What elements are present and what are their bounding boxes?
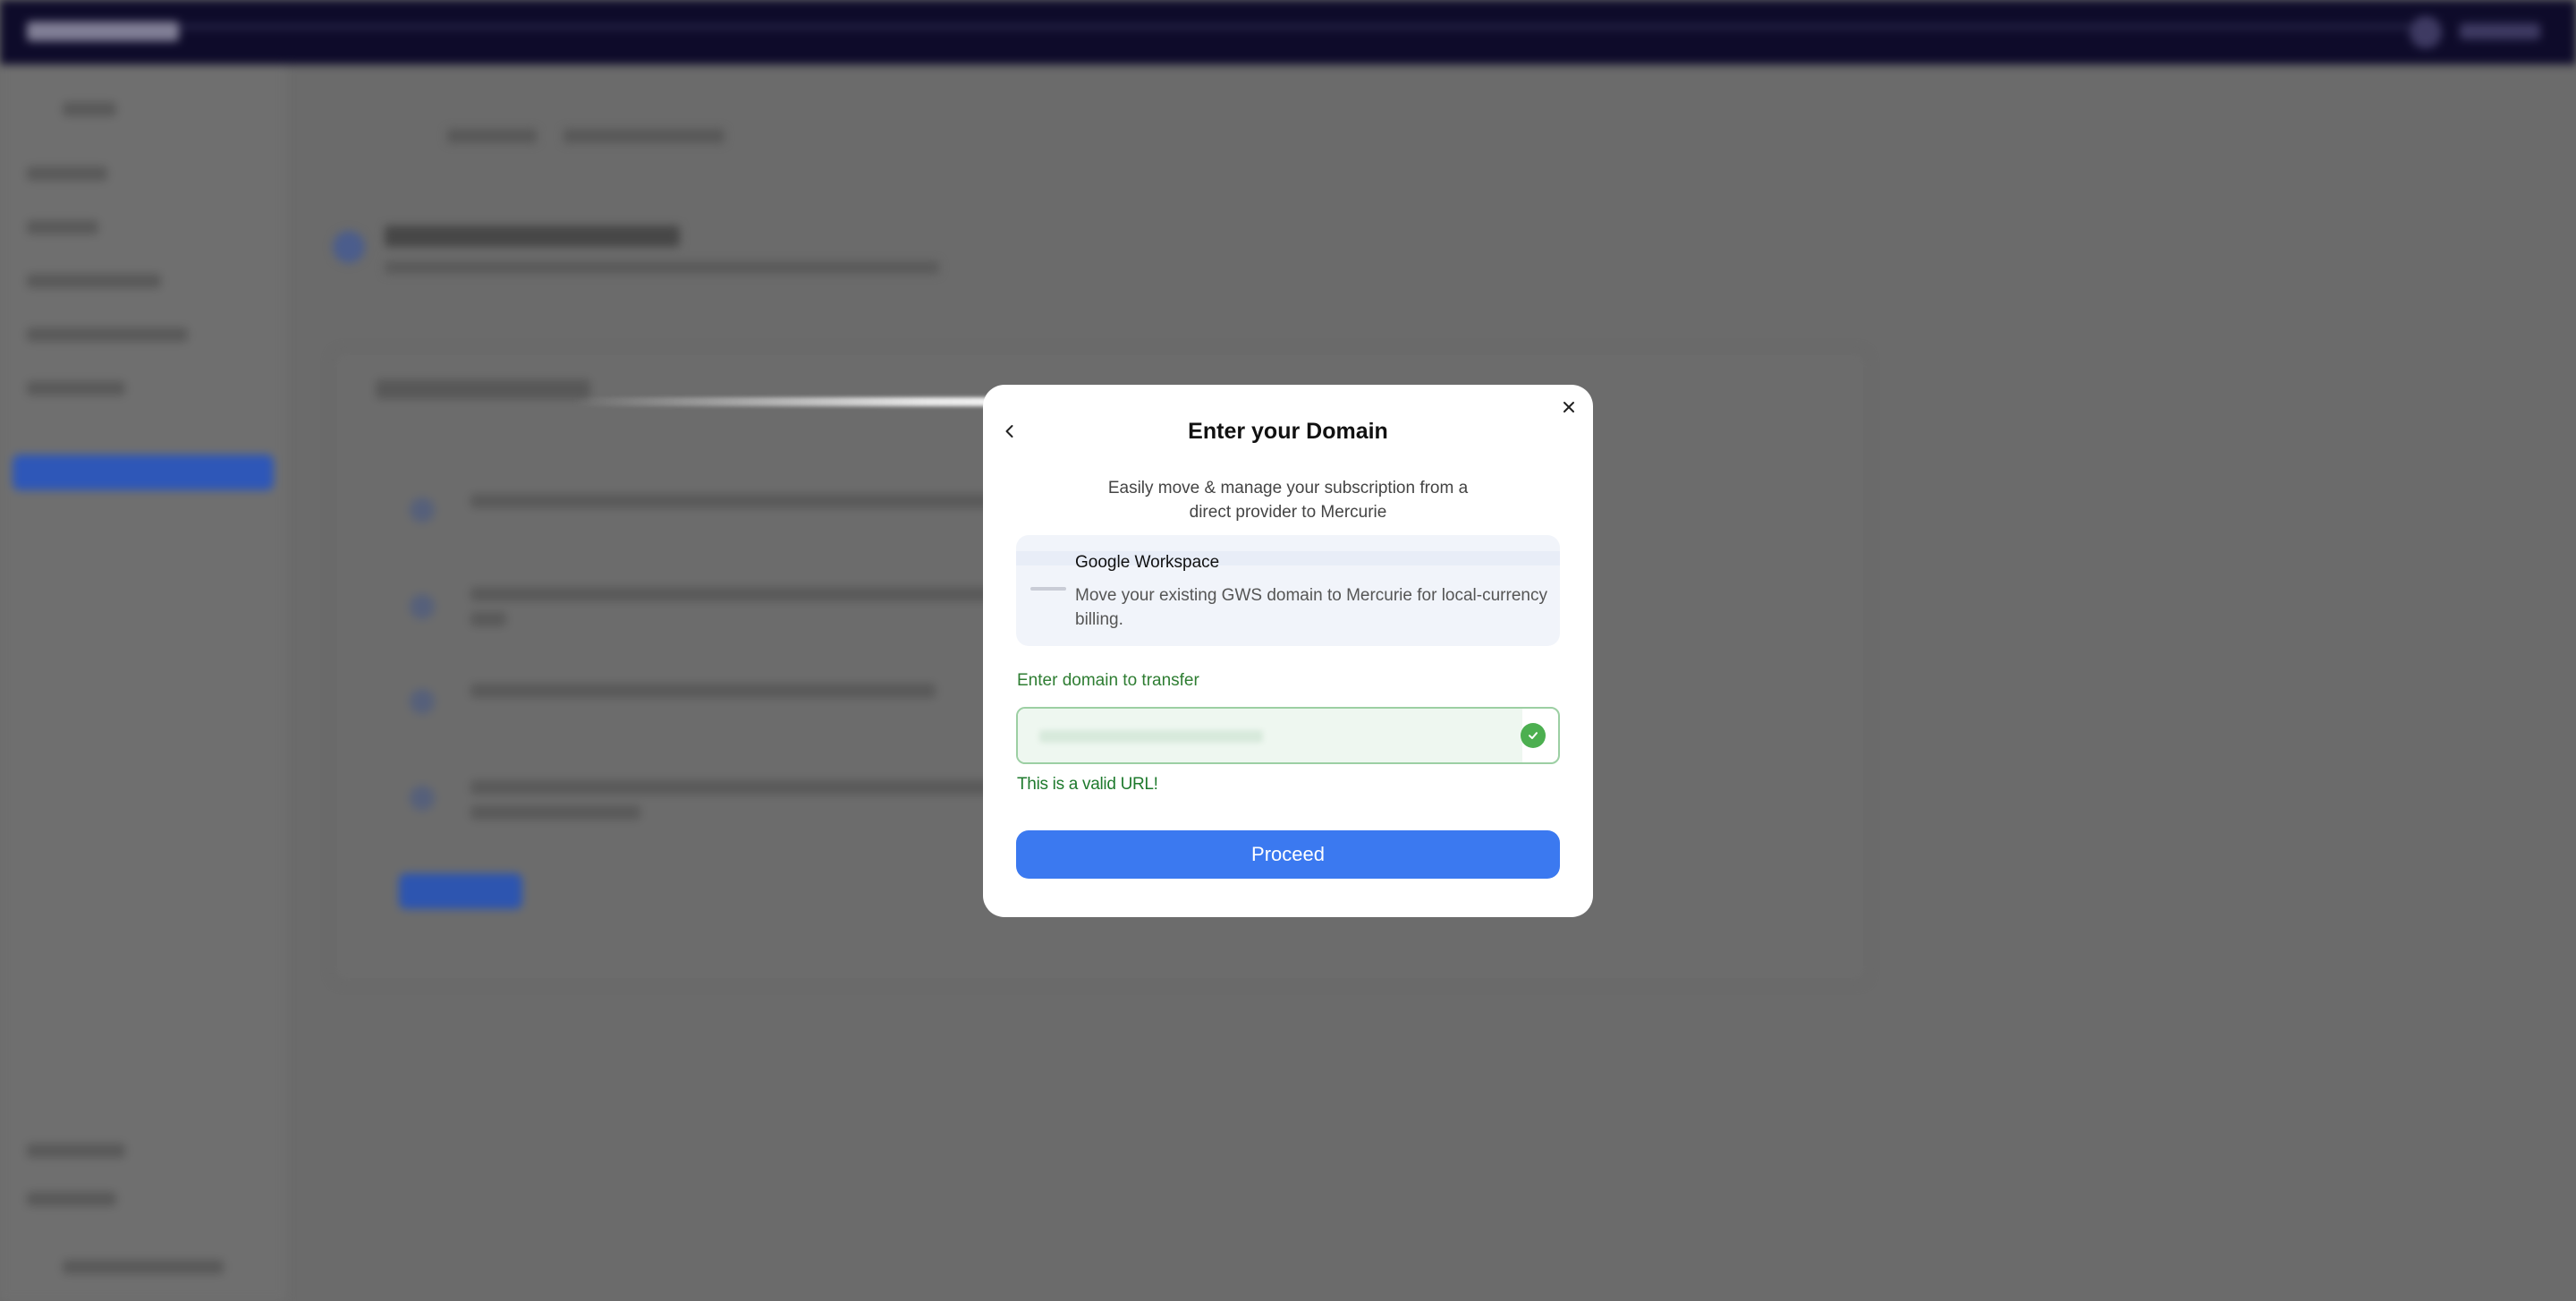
- validation-message: This is a valid URL!: [1017, 775, 1158, 794]
- app-logo: [27, 21, 179, 41]
- sidebar-logo: [63, 102, 116, 116]
- provider-name: Google Workspace: [1075, 553, 1220, 572]
- start-button: [399, 873, 522, 909]
- step-text: [470, 684, 936, 698]
- step-text: [470, 612, 506, 626]
- sidebar: [0, 64, 286, 1301]
- check-circle-icon: [1521, 723, 1546, 748]
- sidebar-item: [27, 274, 161, 288]
- provider-logo: [1030, 587, 1066, 591]
- sidebar-footer: [63, 1260, 224, 1274]
- breadcrumb: [564, 129, 724, 143]
- step-icon: [410, 594, 435, 619]
- page-subtitle: [385, 261, 939, 274]
- enter-domain-modal: Enter your Domain Easily move & manage y…: [983, 385, 1593, 917]
- close-button[interactable]: [1555, 394, 1582, 421]
- sidebar-item: [27, 220, 98, 234]
- top-navigation-bar: [0, 0, 2576, 64]
- provider-card[interactable]: Google Workspace Move your existing GWS …: [1016, 535, 1560, 646]
- topbar-divider: [179, 25, 2415, 29]
- step-text: [470, 805, 640, 820]
- domain-input[interactable]: [1018, 709, 1519, 762]
- domain-field-label: Enter domain to transfer: [1017, 671, 1199, 690]
- avatar: [2410, 16, 2442, 48]
- sidebar-item: [27, 381, 125, 395]
- section-title: [376, 379, 590, 399]
- sidebar-item: [27, 1192, 116, 1206]
- sidebar-cta-button: [13, 455, 274, 490]
- page-title: [385, 225, 680, 247]
- modal-description: Easily move & manage your subscription f…: [1107, 479, 1469, 522]
- step-icon: [410, 786, 435, 811]
- sidebar-item: [27, 1144, 125, 1158]
- sidebar-item: [27, 166, 107, 181]
- modal-title: Enter your Domain: [1188, 419, 1388, 444]
- account-menu: [2460, 23, 2540, 39]
- provider-description: Move your existing GWS domain to Mercuri…: [1075, 586, 1547, 629]
- breadcrumb: [447, 129, 537, 143]
- page-icon: [333, 231, 365, 263]
- domain-input-wrapper: [1016, 707, 1560, 764]
- proceed-button[interactable]: Proceed: [1016, 830, 1560, 879]
- close-icon: [1563, 402, 1574, 412]
- step-icon: [410, 497, 435, 523]
- step-icon: [410, 689, 435, 714]
- sidebar-item: [27, 327, 188, 342]
